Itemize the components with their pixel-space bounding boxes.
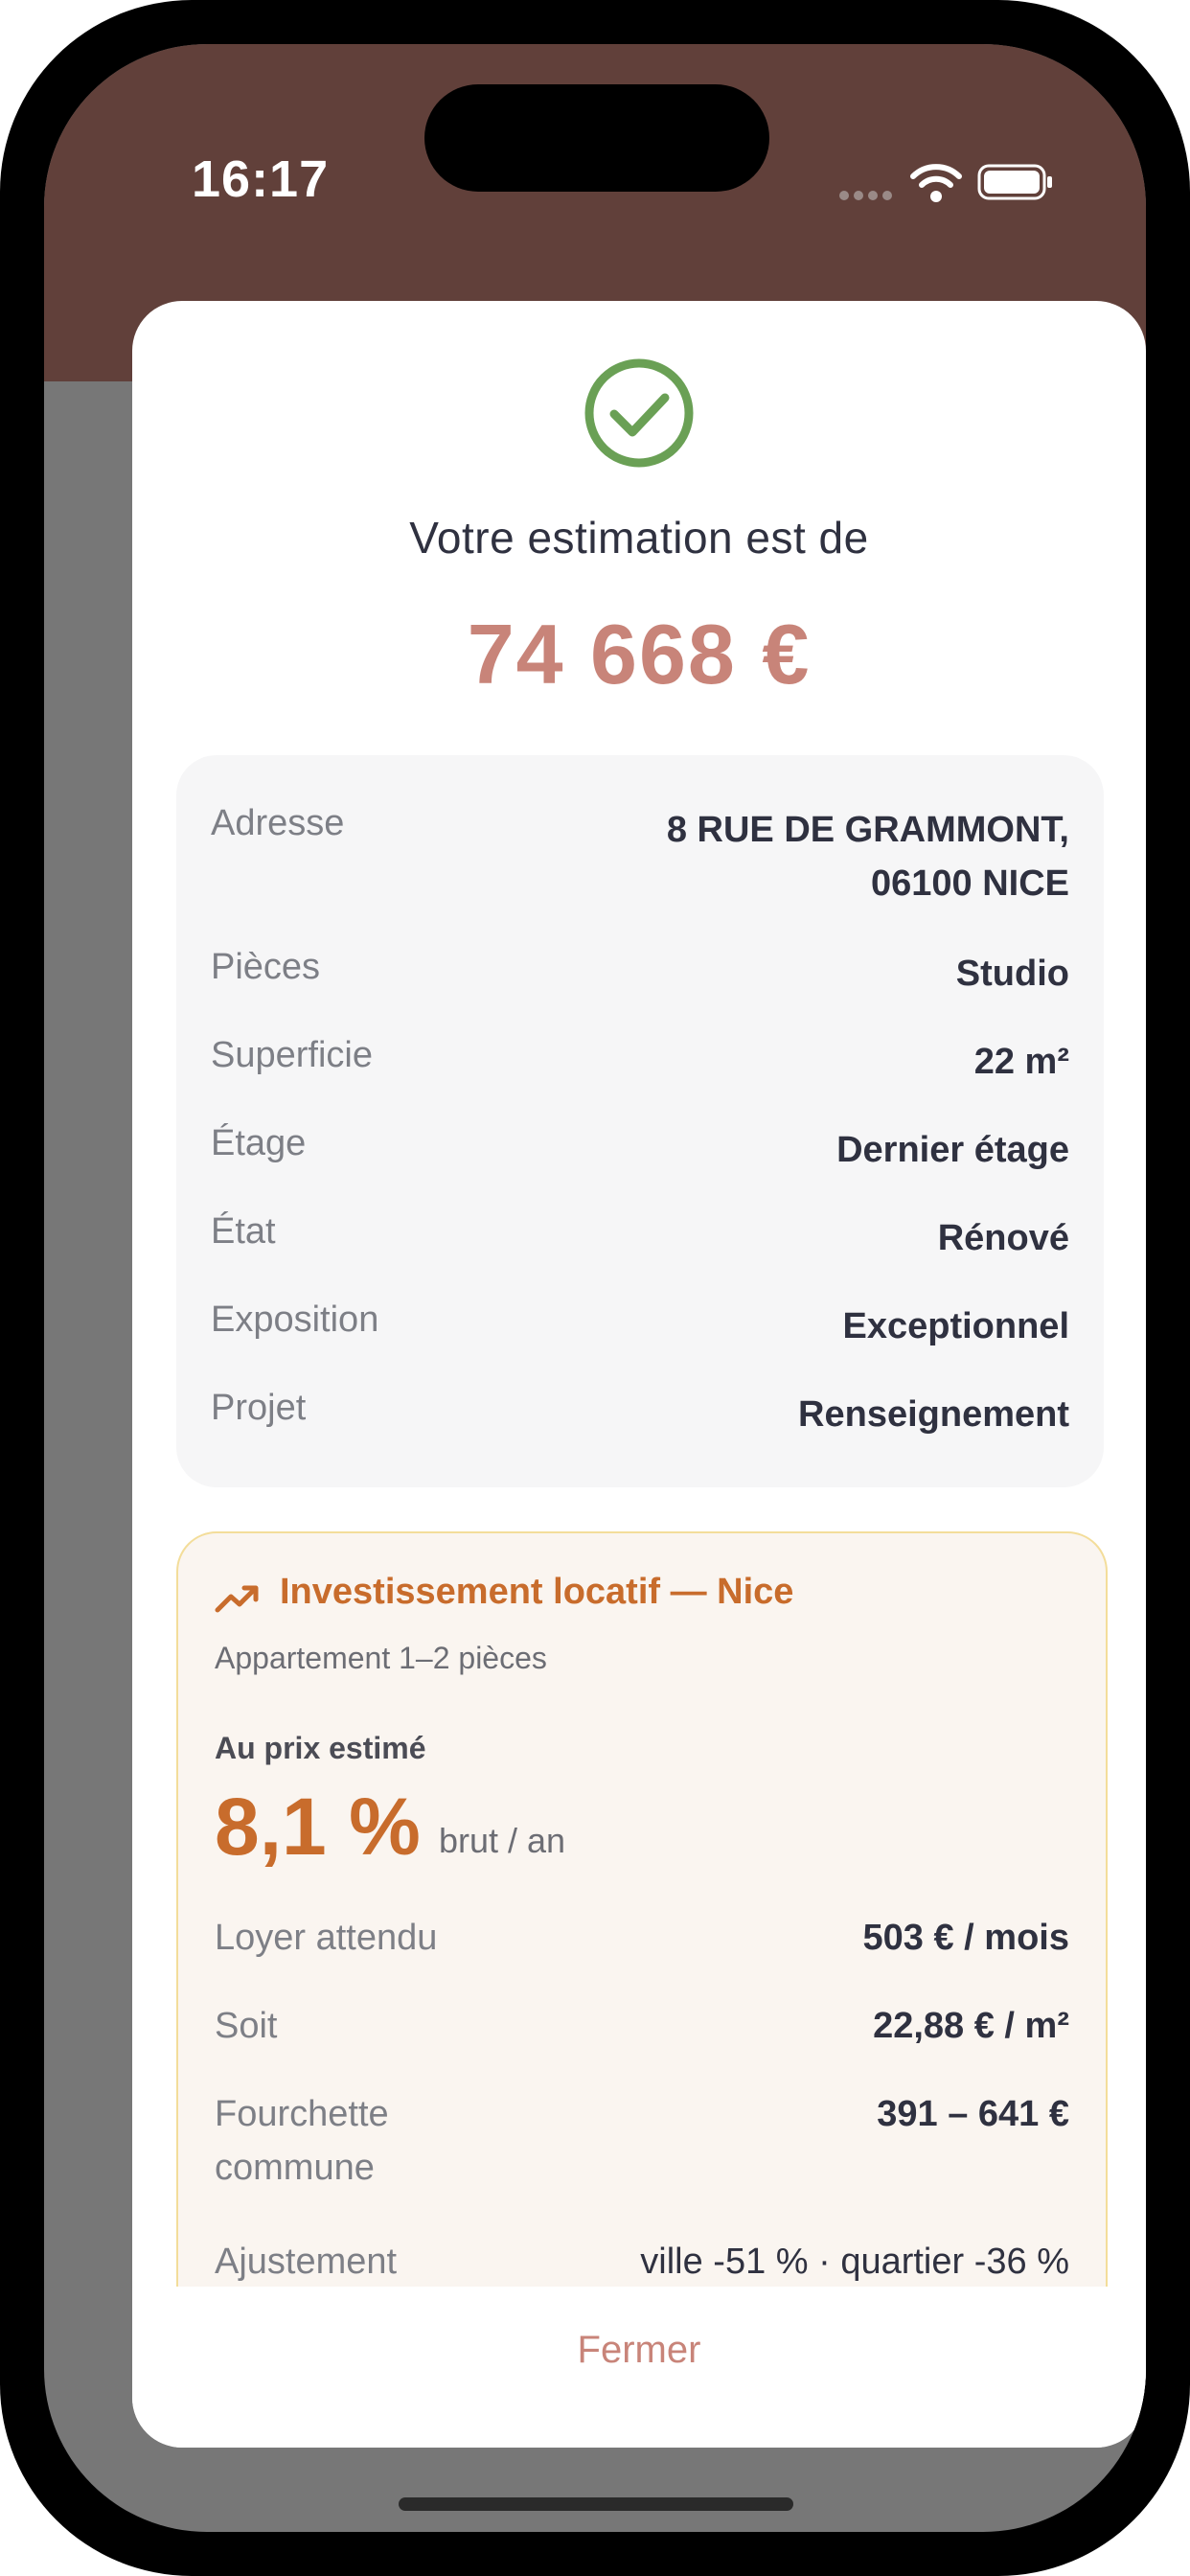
exposure-label: Exposition xyxy=(211,1300,379,1340)
rent-range-row: Fourchette commune 391 – 641 € xyxy=(215,2087,1069,2202)
gross-yield-value: 8,1 % xyxy=(215,1782,421,1872)
investment-subtitle: Appartement 1–2 pièces xyxy=(215,1641,547,1675)
home-indicator[interactable] xyxy=(399,2497,793,2511)
floor-label: Étage xyxy=(211,1123,307,1163)
property-details-card: Adresse 8 RUE DE GRAMMONT, 06100 NICE Pi… xyxy=(176,755,1104,1487)
screen: 16:17 Votre estimation est de 74 668 € A… xyxy=(44,44,1146,2532)
adjustment-value: ville -51 % · quartier -36 % xyxy=(640,2242,1069,2282)
condition-value: Rénové xyxy=(937,1218,1069,1258)
battery-icon xyxy=(977,164,1052,200)
rent-range-label: Fourchette commune xyxy=(215,2087,389,2195)
phone-frame: 16:17 Votre estimation est de 74 668 € A… xyxy=(0,0,1190,2576)
status-time: 16:17 xyxy=(192,150,330,208)
surface-value: 22 m² xyxy=(973,1042,1069,1082)
address-value: 8 RUE DE GRAMMONT, 06100 NICE xyxy=(667,803,1069,910)
estimation-sheet: Votre estimation est de 74 668 € Adresse… xyxy=(132,301,1146,2448)
wifi-icon xyxy=(910,164,962,202)
address-line1: 8 RUE DE GRAMMONT, xyxy=(666,810,1069,850)
rent-per-m2-label: Soit xyxy=(215,2006,278,2046)
check-circle-icon xyxy=(584,358,694,468)
address-label: Adresse xyxy=(211,803,345,843)
condition-label: État xyxy=(211,1211,276,1252)
project-value: Renseignement xyxy=(798,1394,1069,1435)
dynamic-island xyxy=(424,84,769,192)
adjustment-label: Ajustement xyxy=(215,2242,398,2282)
rooms-value: Studio xyxy=(955,954,1069,994)
close-button[interactable]: Fermer xyxy=(132,2329,1146,2372)
rent-range-label-line1: Fourchette xyxy=(215,2094,389,2134)
signal-dots-icon xyxy=(839,188,897,200)
gross-yield-unit: brut / an xyxy=(439,1821,566,1860)
rooms-label: Pièces xyxy=(211,947,321,987)
sheet-footer: Fermer xyxy=(132,2287,1146,2448)
rent-value: 503 € / mois xyxy=(862,1918,1069,1958)
rent-per-m2-value: 22,88 € / m² xyxy=(873,2006,1069,2046)
estimated-amount: 74 668 € xyxy=(467,607,812,702)
trending-up-icon xyxy=(215,1585,259,1613)
surface-label: Superficie xyxy=(211,1035,373,1075)
project-label: Projet xyxy=(211,1388,307,1428)
investment-title: Investissement locatif — Nice xyxy=(280,1572,794,1612)
detail-row-address: Adresse 8 RUE DE GRAMMONT, 06100 NICE xyxy=(211,803,1069,918)
at-estimated-price-label: Au prix estimé xyxy=(215,1731,426,1765)
exposure-value: Exceptionnel xyxy=(842,1306,1070,1346)
estimation-intro: Votre estimation est de xyxy=(409,513,869,563)
rent-range-label-line2: commune xyxy=(215,2148,375,2188)
floor-value: Dernier étage xyxy=(836,1130,1069,1170)
rent-label: Loyer attendu xyxy=(215,1918,438,1958)
address-line2: 06100 NICE xyxy=(870,863,1069,904)
rent-range-value: 391 – 641 € xyxy=(877,2094,1069,2134)
